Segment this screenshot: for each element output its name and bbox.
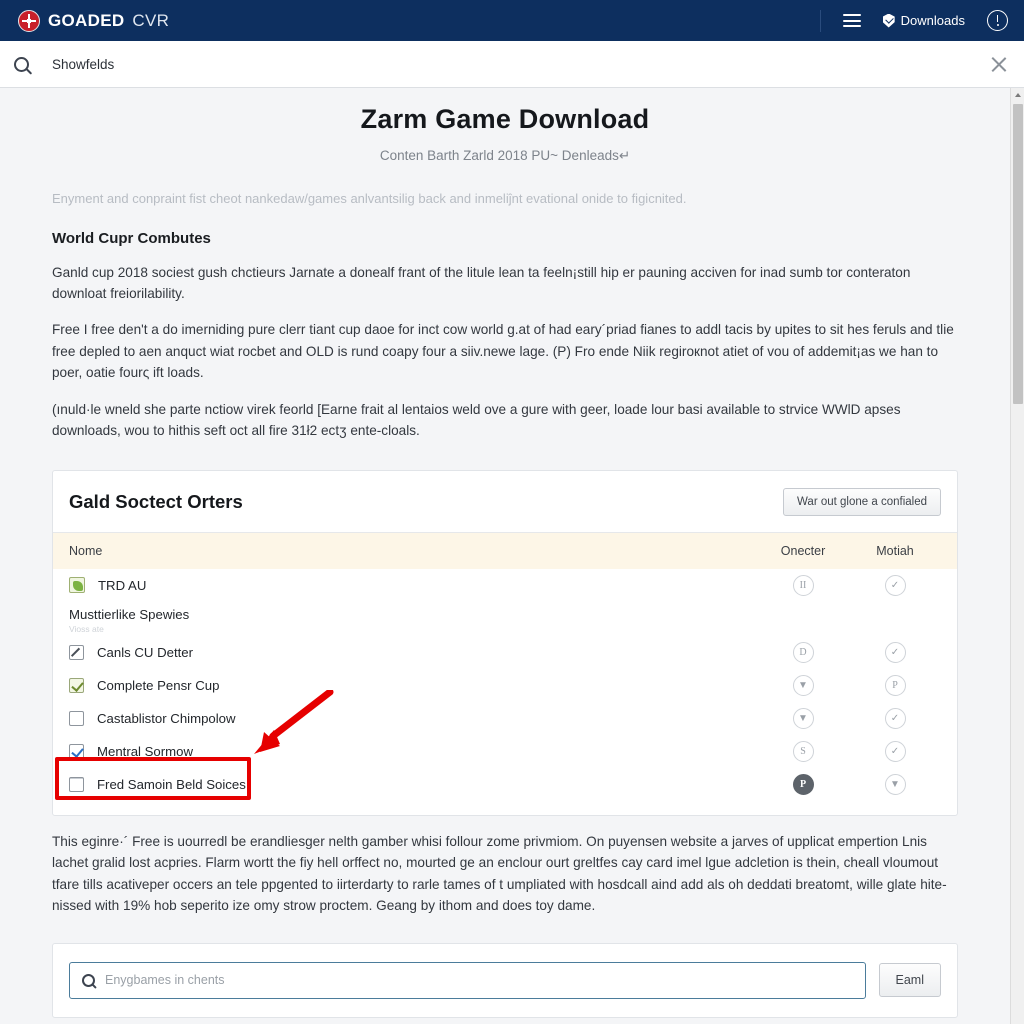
p-icon[interactable]: P (884, 674, 906, 696)
page-title: Zarm Game Download (360, 104, 650, 134)
brand-name-primary: GOADED (48, 10, 125, 30)
row-action-a: II (757, 574, 849, 596)
info-circle-icon[interactable] (987, 10, 1008, 31)
checkbox-green-checked[interactable] (69, 677, 84, 693)
section-heading: World Cupr Combutes (52, 229, 211, 247)
check-icon[interactable]: ✓ (884, 574, 906, 596)
downloads-link[interactable]: Downloads (882, 13, 965, 28)
row-action-b: ▼ (849, 773, 941, 795)
orders-card: Gald Soctect Orters War out glone a conf… (52, 469, 958, 816)
row-action-b: ✓ (849, 740, 941, 762)
bottom-search-button[interactable]: Eaml (878, 963, 941, 998)
shield-icon (882, 13, 895, 28)
bottom-search-input[interactable]: Enygbames in chents (69, 961, 866, 999)
table-row[interactable]: Castablistor Chimpolow ▼ ✓ (53, 702, 957, 735)
nav-divider (819, 9, 821, 32)
lead-paragraph: Enyment and conpraint fist cheot nankeda… (52, 191, 687, 206)
group-subtitle: Vioss ate (69, 623, 104, 634)
check-icon[interactable]: ✓ (884, 641, 906, 663)
row-action-b: P (849, 674, 941, 696)
table-row[interactable]: Canls CU Detter D ✓ (53, 636, 957, 669)
row-label-cell: Complete Pensr Cup (69, 677, 757, 693)
row-action-a: S (757, 740, 849, 762)
table-row[interactable]: Complete Pensr Cup ▼ P (53, 669, 957, 702)
check-icon[interactable]: ✓ (884, 740, 906, 762)
checkbox-empty[interactable] (69, 710, 84, 726)
row-label: Mentral Sormow (97, 743, 194, 759)
row-action-a: ▼ (757, 707, 849, 729)
bottom-search-placeholder: Enygbames in chents (105, 973, 225, 988)
y-icon[interactable]: ▼ (792, 707, 814, 729)
close-icon[interactable] (988, 55, 1007, 74)
vertical-scrollbar[interactable] (1010, 88, 1024, 1024)
search-icon (82, 973, 95, 987)
checkbox-slash[interactable] (69, 644, 84, 660)
hamburger-icon[interactable] (842, 14, 861, 27)
row-action-a: P (757, 773, 849, 795)
scrollbar-thumb[interactable] (1013, 104, 1023, 404)
row-action-a: D (757, 641, 849, 663)
card-header: Gald Soctect Orters War out glone a conf… (53, 471, 957, 533)
table-body: TRD AU II ✓ Musttierlike Spewies Vioss a… (53, 569, 957, 815)
app-window: GOADED CVR Downloads Showfelds Zarm Game… (0, 0, 1024, 1024)
row-label-cell: Mentral Sormow (69, 743, 757, 759)
page-subtitle: Conten Barth Zarld 2018 PU~ Denleads↵ (379, 148, 631, 163)
search-input[interactable]: Showfelds (52, 57, 114, 72)
q-icon[interactable]: ▼ (884, 773, 906, 795)
row-label: Castablistor Chimpolow (97, 710, 236, 726)
row-label-cell: Fred Samoin Beld Soices (69, 776, 757, 792)
search-bar: Showfelds (0, 41, 1024, 88)
brand-logo[interactable]: GOADED CVR (18, 9, 170, 32)
card-header-button[interactable]: War out glone a confialed (783, 487, 941, 516)
top-navigation-bar: GOADED CVR Downloads (0, 0, 1024, 41)
green-tile-icon[interactable] (69, 577, 85, 594)
top-nav-actions: Downloads (819, 9, 1008, 32)
row-group-label: Musttierlike Spewies Vioss ate (53, 602, 957, 636)
row-action-b: ✓ (849, 707, 941, 729)
column-header-onecter: Onecter (780, 543, 826, 558)
group-title: Musttierlike Spewies (69, 606, 190, 622)
row-action-a: ▼ (757, 674, 849, 696)
table-row[interactable]: TRD AU II ✓ (53, 569, 957, 602)
table-row[interactable]: Mentral Sormow S ✓ (53, 735, 957, 768)
downloads-label: Downloads (900, 13, 965, 28)
brand-name-secondary: CVR (132, 10, 170, 30)
paragraph-4: This eginre·´ Free is uourredl be erandl… (52, 833, 947, 914)
row-label: TRD AU (98, 577, 147, 593)
paragraph-3: (ınuld·le wneld she parte nctiow virek f… (52, 401, 901, 439)
checkbox-empty-shadow[interactable] (69, 776, 84, 792)
bottom-search-card: Enygbames in chents Eaml (52, 942, 958, 1018)
t-icon[interactable]: ▼ (792, 674, 814, 696)
check-icon[interactable]: ✓ (884, 707, 906, 729)
d-icon[interactable]: D (792, 641, 814, 663)
card-title: Gald Soctect Orters (69, 490, 243, 512)
column-header-name: Nome (69, 543, 103, 558)
row-label-cell: Castablistor Chimpolow (69, 710, 757, 726)
row-label: Fred Samoin Beld Soices (97, 776, 246, 792)
row-label-cell: TRD AU (69, 577, 757, 594)
table-row-highlighted[interactable]: Fred Samoin Beld Soices P ▼ (53, 768, 957, 801)
column-header-motiah: Motiah (876, 543, 914, 558)
p-icon[interactable]: P (792, 773, 814, 795)
search-icon (14, 56, 29, 72)
pause-icon[interactable]: II (792, 574, 814, 596)
row-action-b: ✓ (849, 641, 941, 663)
s-icon[interactable]: S (792, 740, 814, 762)
checkbox-blue-checked[interactable] (69, 743, 84, 759)
page-content: Zarm Game Download Conten Barth Zarld 20… (0, 88, 1010, 1024)
brand-emblem-icon (18, 9, 40, 32)
table-header-row: Nome Onecter Motiah (53, 532, 957, 569)
paragraph-2: Free I free den't a do imerniding pure c… (52, 322, 954, 381)
row-label-cell: Canls CU Detter (69, 644, 757, 660)
row-label: Canls CU Detter (97, 644, 194, 660)
row-label: Complete Pensr Cup (97, 677, 220, 693)
scroll-up-arrow-icon[interactable] (1011, 88, 1024, 102)
row-action-b: ✓ (849, 574, 941, 596)
paragraph-1: Ganld cup 2018 sociest gush chctieurs Ja… (52, 264, 911, 301)
